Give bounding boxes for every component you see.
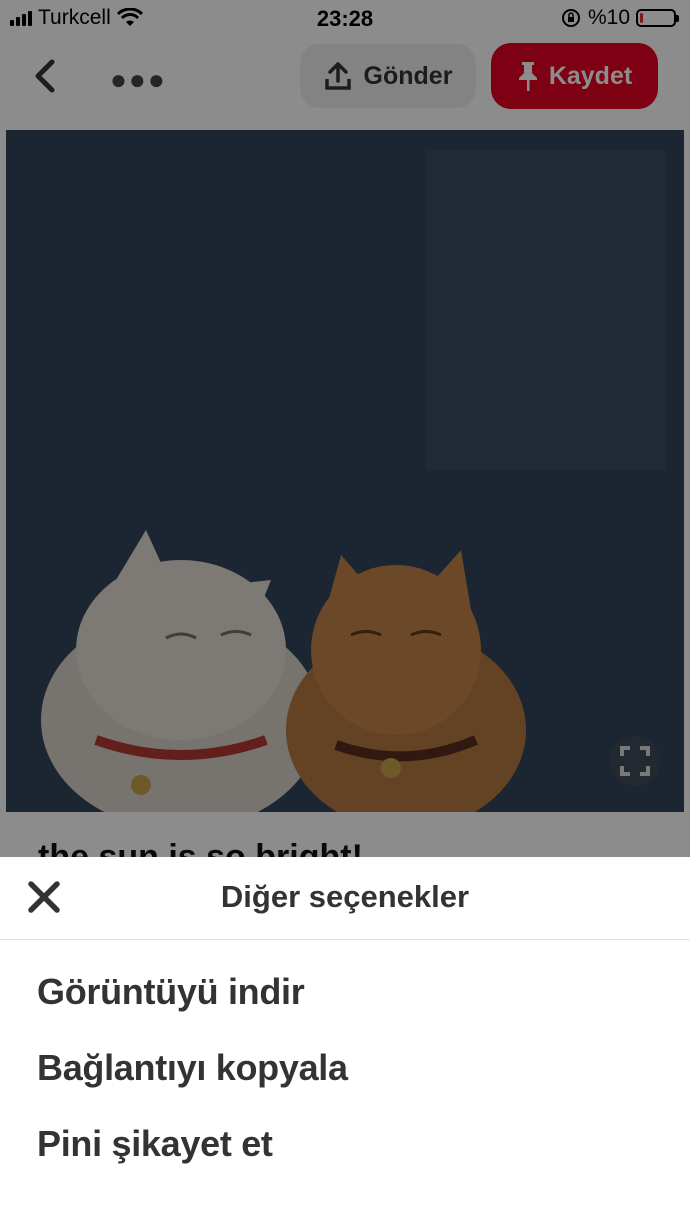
sheet-header: Diğer seçenekler [0, 857, 690, 940]
report-pin-option[interactable]: Pini şikayet et [37, 1123, 273, 1165]
more-options-sheet: Diğer seçenekler Görüntüyü indir Bağlant… [0, 857, 690, 1227]
copy-link-option[interactable]: Bağlantıyı kopyala [37, 1047, 348, 1089]
sheet-title: Diğer seçenekler [220, 879, 470, 914]
download-image-option[interactable]: Görüntüyü indir [37, 971, 305, 1013]
